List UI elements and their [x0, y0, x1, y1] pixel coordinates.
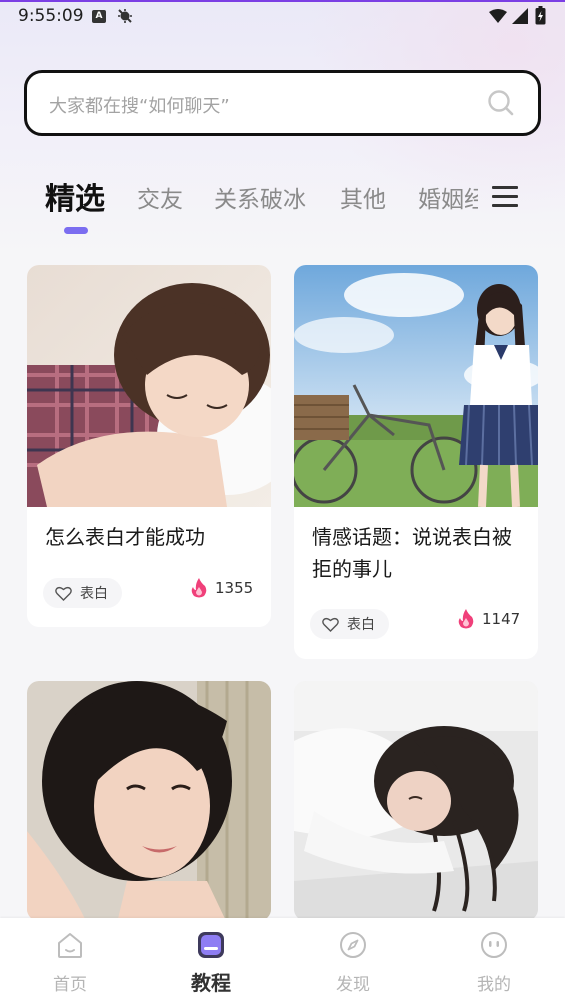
popularity: 1147	[458, 609, 520, 629]
bottom-navigation: 首页 教程 发现 我的	[0, 918, 565, 1004]
topic-tag[interactable]: 表白	[310, 609, 389, 639]
nav-label: 我的	[477, 975, 511, 995]
article-card[interactable]: 情感话题：说说表白被拒的事儿 表白 1147	[294, 265, 538, 659]
cell-signal-icon	[512, 8, 528, 24]
search-input[interactable]: 大家都在搜“如何聊天”	[49, 92, 230, 118]
search-bar[interactable]: 大家都在搜“如何聊天”	[24, 70, 541, 136]
profile-face-icon	[481, 932, 507, 958]
notification-a-icon: A	[92, 10, 106, 23]
card-photo-sleeping-girl	[27, 265, 271, 507]
heart-icon	[322, 617, 339, 632]
tutorial-icon	[198, 932, 224, 958]
compass-icon	[340, 932, 366, 958]
nav-label: 发现	[336, 975, 370, 995]
popularity: 1355	[191, 578, 253, 598]
fire-icon	[191, 578, 207, 598]
card-title: 情感话题：说说表白被拒的事儿	[312, 525, 512, 581]
nav-home[interactable]: 首页	[30, 918, 110, 1004]
tab-icebreaking[interactable]: 关系破冰	[214, 180, 306, 214]
view-count: 1355	[215, 579, 254, 597]
card-title: 怎么表白才能成功	[45, 525, 205, 549]
status-time: 9:55:09	[18, 6, 84, 26]
search-icon[interactable]	[487, 89, 515, 117]
category-tabs: 精选 交友 关系破冰 其他 婚姻经	[0, 172, 565, 234]
tab-marriage-clip: 婚姻经	[416, 172, 478, 222]
status-bar: 9:55:09 A	[0, 2, 565, 30]
tag-label: 表白	[347, 617, 375, 633]
view-count: 1147	[482, 610, 521, 628]
home-icon	[58, 933, 82, 958]
nav-label: 教程	[191, 971, 231, 995]
notification-bug-icon	[118, 9, 132, 23]
tag-label: 表白	[80, 586, 108, 602]
nav-profile[interactable]: 我的	[454, 918, 534, 1004]
tab-marriage[interactable]: 婚姻经	[418, 180, 478, 214]
card-photo-girl-with-bicycle	[294, 265, 538, 507]
tab-other[interactable]: 其他	[340, 180, 386, 214]
battery-icon	[535, 6, 546, 25]
nav-tutorial[interactable]: 教程	[171, 918, 251, 1004]
tab-featured[interactable]: 精选	[45, 174, 105, 218]
article-card[interactable]: 怎么表白才能成功 表白 1355	[27, 265, 271, 627]
card-photo-wet-hair-girl	[294, 681, 538, 921]
tab-friends[interactable]: 交友	[137, 180, 183, 214]
menu-icon[interactable]	[492, 186, 518, 208]
heart-icon	[55, 586, 72, 601]
wifi-icon	[489, 9, 507, 23]
card-photo-smiling-girl	[27, 681, 271, 921]
nav-label: 首页	[53, 975, 87, 995]
fire-icon	[458, 609, 474, 629]
nav-discover[interactable]: 发现	[313, 918, 393, 1004]
article-card[interactable]	[294, 681, 538, 921]
topic-tag[interactable]: 表白	[43, 578, 122, 608]
active-tab-indicator	[64, 227, 88, 234]
article-card[interactable]	[27, 681, 271, 921]
